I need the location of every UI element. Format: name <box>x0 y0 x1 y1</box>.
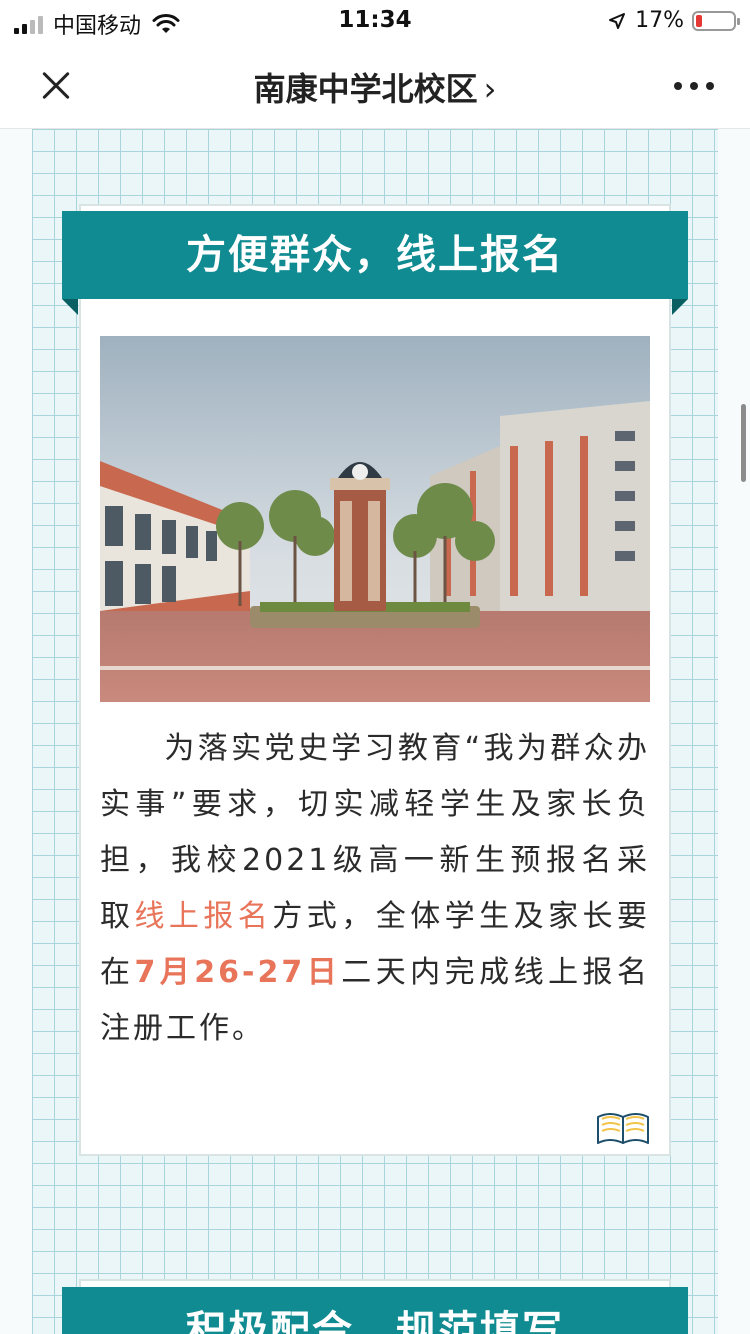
nav-bar: 南康中学北校区 › <box>0 44 750 129</box>
status-bar: 中国移动 11:34 17% <box>0 0 750 44</box>
battery-percent: 17% <box>635 8 684 33</box>
page-title[interactable]: 南康中学北校区 › <box>0 64 750 110</box>
more-options-button[interactable] <box>674 82 714 90</box>
battery-icon <box>692 10 740 31</box>
scrollbar[interactable] <box>741 404 746 482</box>
campus-photo-illustration <box>100 336 650 702</box>
campus-photo[interactable] <box>100 336 650 702</box>
section-heading-2: 积极配合，规范填写 <box>62 1287 688 1334</box>
ribbon-fold-left <box>62 299 78 315</box>
article-content[interactable]: 方便群众，线上报名 为落实党史学习教育“我为群众办实事”要求，切实减轻学生及家长… <box>0 129 750 1334</box>
highlight-online-registration: 线上报名 <box>134 899 273 934</box>
intro-paragraph: 为落实党史学习教育“我为群众办实事”要求，切实减轻学生及家长负担，我校2021级… <box>100 721 650 1057</box>
chevron-right-icon: › <box>483 70 497 108</box>
dot <box>674 82 682 90</box>
ribbon-fold-right <box>672 299 688 315</box>
section-heading: 方便群众，线上报名 <box>62 211 688 299</box>
open-book-icon <box>597 1113 649 1144</box>
dot <box>706 82 714 90</box>
location-arrow-icon <box>609 12 626 29</box>
page-title-text: 南康中学北校区 <box>253 70 478 108</box>
dot <box>690 82 698 90</box>
status-right: 17% <box>607 8 740 33</box>
highlight-dates: 7月26-27日 <box>134 955 342 990</box>
